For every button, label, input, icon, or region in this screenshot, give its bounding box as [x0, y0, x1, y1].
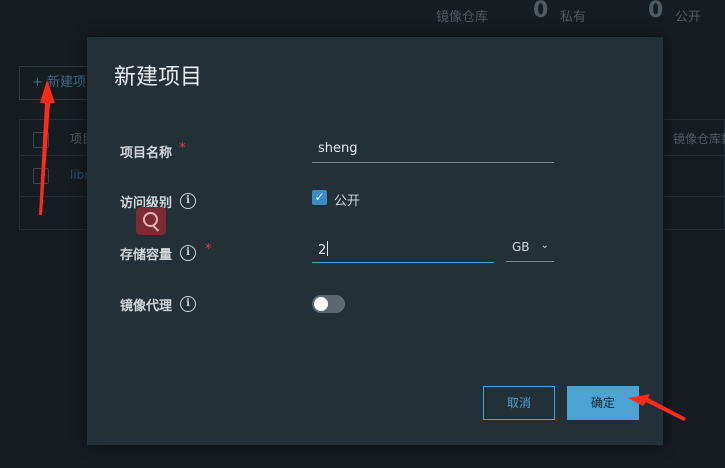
arrow-to-new-project	[39, 80, 55, 215]
annotation-arrows	[39, 80, 686, 421]
arrow-to-confirm	[628, 394, 686, 421]
